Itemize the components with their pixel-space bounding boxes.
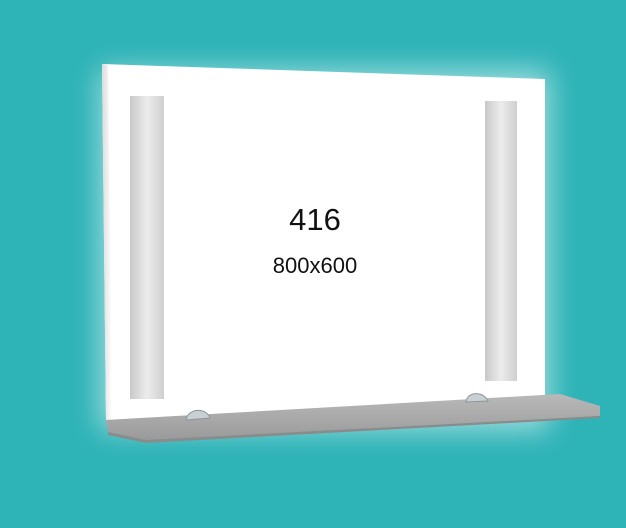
product-illustration: 416 800x600 <box>0 0 626 523</box>
dimensions-label: 800x600 <box>272 253 358 278</box>
mirror-panel <box>102 64 545 420</box>
right-frosted-strip <box>485 101 517 381</box>
left-frosted-strip <box>130 96 164 399</box>
model-number: 416 <box>289 202 341 237</box>
